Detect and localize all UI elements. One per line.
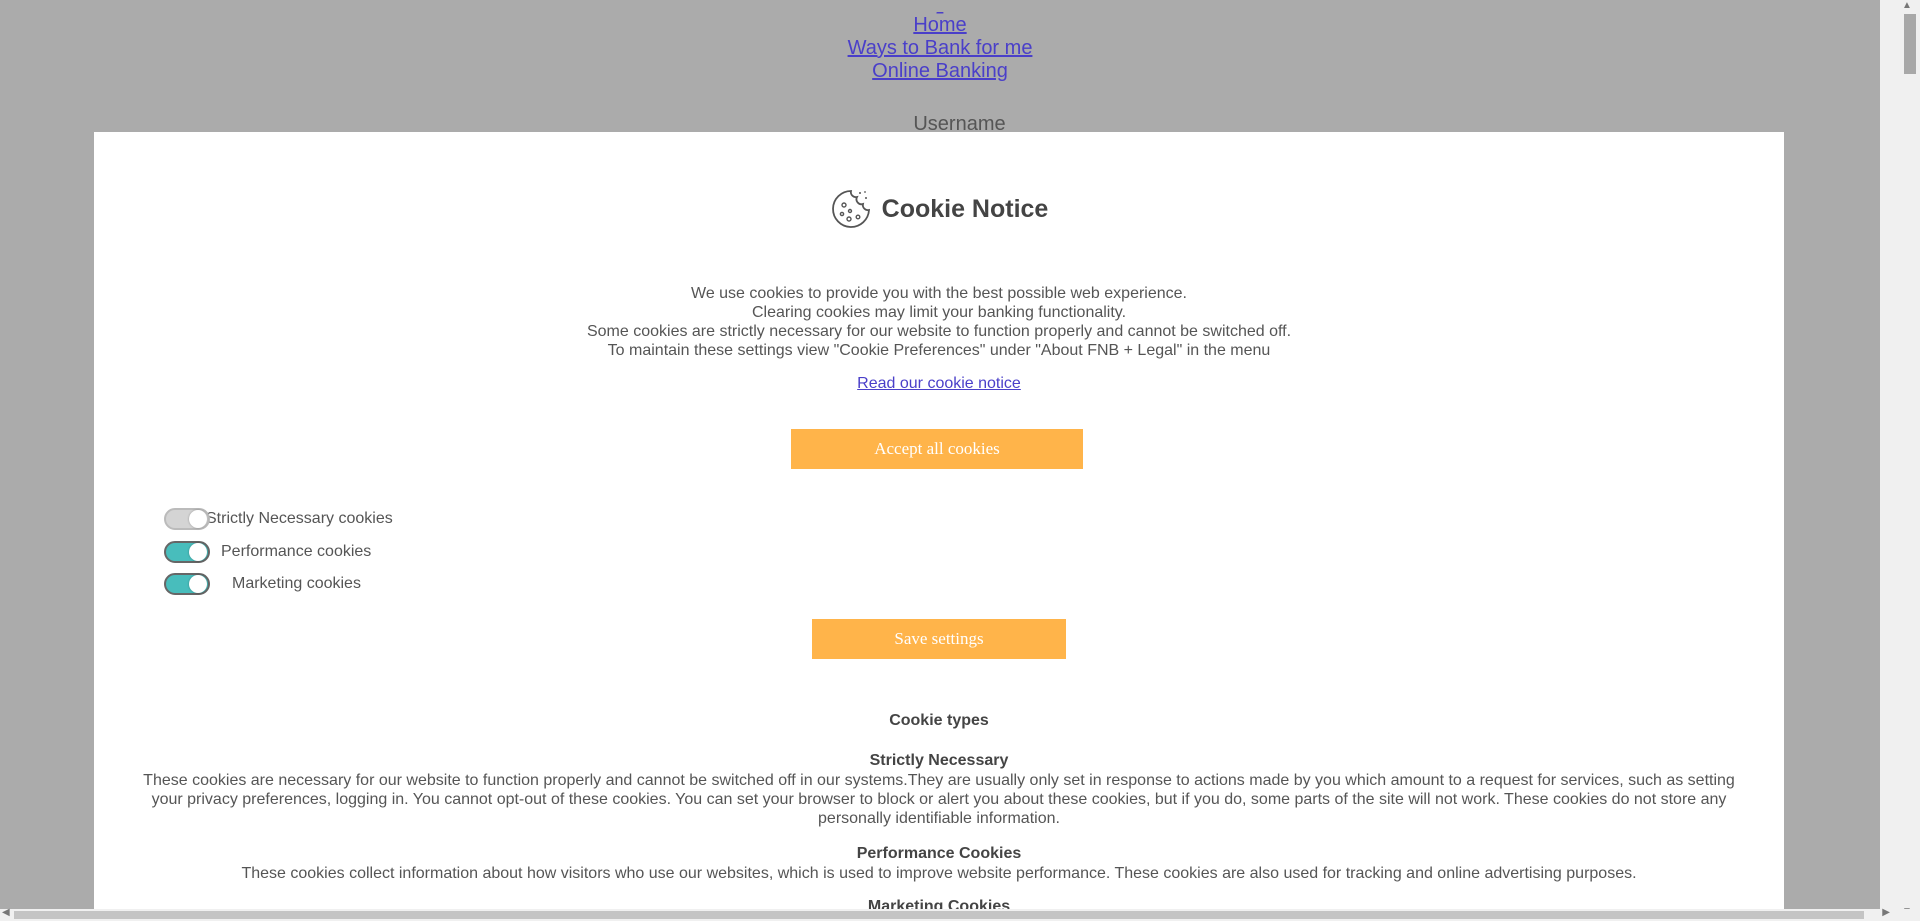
read-link-container: Read our cookie notice <box>94 375 1784 393</box>
nav-link-online-banking[interactable]: Online Banking <box>0 60 1880 83</box>
vertical-scroll-thumb[interactable] <box>1904 14 1916 74</box>
toggle-label: Marketing cookies <box>232 575 361 592</box>
vertical-scrollbar[interactable]: ▲ ▼ <box>1880 0 1920 921</box>
scroll-left-icon[interactable]: ◀ <box>2 907 10 918</box>
section-title-strictly-necessary: Strictly Necessary <box>869 752 1009 769</box>
save-settings-button[interactable]: Save settings <box>812 619 1066 659</box>
strictly-necessary-toggle[interactable] <box>164 508 210 530</box>
nav-link-tiny[interactable]: _ <box>0 0 1880 14</box>
cookie-modal: Cookie Notice We use cookies to provide … <box>94 132 1784 921</box>
nav-link-home[interactable]: Home <box>0 14 1880 37</box>
toggle-row-strictly-necessary: Strictly Necessary cookies <box>164 506 393 532</box>
background-nav: _ Home Ways to Bank for me Online Bankin… <box>0 0 1880 83</box>
horizontal-scroll-thumb[interactable] <box>14 911 1864 919</box>
scroll-up-icon[interactable]: ▲ <box>1902 0 1912 11</box>
modal-header: Cookie Notice <box>94 188 1784 230</box>
intro-line: Some cookies are strictly necessary for … <box>586 323 1292 340</box>
intro-line: To maintain these settings view "Cookie … <box>607 342 1271 359</box>
marketing-toggle[interactable] <box>164 573 210 595</box>
cookie-icon <box>830 188 872 230</box>
read-cookie-notice-link[interactable]: Read our cookie notice <box>857 375 1021 392</box>
intro-line: We use cookies to provide you with the b… <box>691 285 1187 302</box>
performance-toggle[interactable] <box>164 541 210 563</box>
nav-link-ways-to-bank[interactable]: Ways to Bank for me <box>0 37 1880 60</box>
toggle-label: Strictly Necessary cookies <box>206 510 393 527</box>
cookie-types-heading: Cookie types <box>889 712 989 729</box>
section-title-performance: Performance Cookies <box>856 845 1022 862</box>
intro-line: Clearing cookies may limit your banking … <box>751 304 1127 321</box>
modal-title: Cookie Notice <box>881 194 1049 223</box>
toggle-label: Performance cookies <box>221 543 372 560</box>
intro-text: We use cookies to provide you with the b… <box>94 284 1784 360</box>
section-text-performance: These cookies collect information about … <box>241 865 1637 882</box>
toggle-row-marketing: Marketing cookies <box>164 571 361 597</box>
toggle-row-performance: Performance cookies <box>164 539 371 565</box>
scroll-right-icon[interactable]: ▶ <box>1882 907 1890 918</box>
accept-all-button[interactable]: Accept all cookies <box>791 429 1083 469</box>
horizontal-scrollbar[interactable]: ◀ ▶ <box>0 907 1920 921</box>
section-text-strictly-necessary: These cookies are necessary for our webs… <box>143 772 1735 827</box>
